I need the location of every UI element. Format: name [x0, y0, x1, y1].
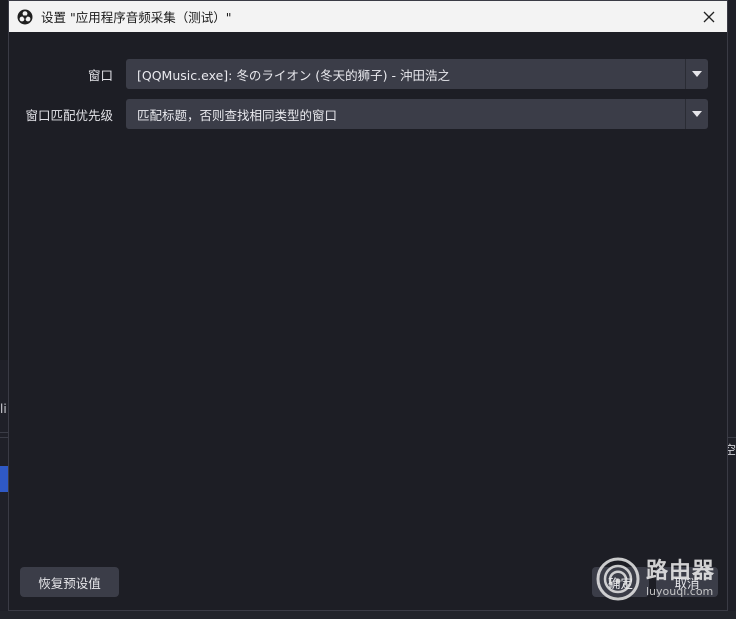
close-button[interactable] [697, 5, 721, 29]
background-divider [0, 437, 8, 438]
window-select-dropdown[interactable] [685, 59, 708, 89]
window-select[interactable]: [QQMusic.exe]: 冬のライオン (冬天的狮子) - 沖田浩之 [126, 59, 708, 89]
match-priority-label: 窗口匹配优先级 [25, 107, 113, 123]
background-divider [728, 437, 736, 438]
window-row: 窗口 [QQMusic.exe]: 冬のライオン (冬天的狮子) - 沖田浩之 [9, 59, 727, 89]
obs-logo-icon [17, 9, 33, 25]
background-selected-row [0, 466, 8, 492]
background-right-panel [728, 0, 736, 619]
restore-defaults-button[interactable]: 恢复预设值 [20, 567, 119, 597]
watermark: 路由器 luyouqi.com [596, 555, 724, 603]
background-left-text: li [0, 402, 7, 416]
match-priority-select-value: 匹配标题，否则查找相同类型的窗口 [137, 107, 338, 123]
background-divider [0, 432, 8, 433]
match-priority-select[interactable]: 匹配标题，否则查找相同类型的窗口 [126, 99, 708, 129]
dialog-content: 窗口 [QQMusic.exe]: 冬のライオン (冬天的狮子) - 沖田浩之 … [9, 32, 727, 610]
watermark-url: luyouqi.com [646, 585, 714, 598]
dialog-title: 设置 "应用程序音频采集（测试）" [41, 10, 232, 25]
watermark-title: 路由器 [646, 559, 716, 584]
close-icon [703, 11, 715, 23]
window-select-value: [QQMusic.exe]: 冬のライオン (冬天的狮子) - 沖田浩之 [137, 67, 451, 83]
background-bottom-bar [0, 611, 736, 619]
chevron-down-icon [692, 71, 702, 77]
title-bar[interactable]: 设置 "应用程序音频采集（测试）" [9, 1, 727, 32]
window-label: 窗口 [87, 67, 113, 83]
background-right-text: 空 [728, 443, 736, 457]
settings-dialog: 设置 "应用程序音频采集（测试）" 窗口 [QQMusic.exe]: 冬のライ… [8, 0, 728, 611]
chevron-down-icon [692, 111, 702, 117]
match-priority-dropdown[interactable] [685, 99, 708, 129]
match-priority-row: 窗口匹配优先级 匹配标题，否则查找相同类型的窗口 [9, 99, 727, 129]
router-logo-icon [596, 557, 640, 601]
